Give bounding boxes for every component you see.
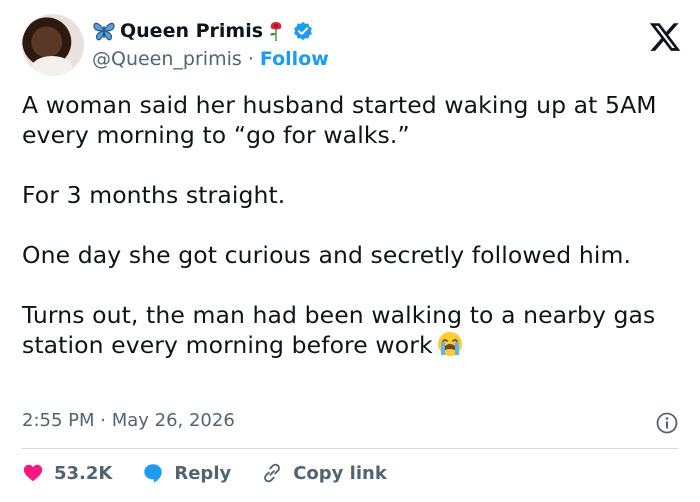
copy-link-button[interactable]: Copy link: [261, 462, 387, 484]
x-logo-icon[interactable]: [648, 20, 682, 54]
tweet-paragraph: For 3 months straight.: [22, 181, 286, 209]
verified-badge-icon: [294, 21, 312, 41]
butterfly-icon: [93, 22, 115, 41]
tweet-paragraph: A woman said her husband started waking …: [22, 91, 665, 149]
avatar[interactable]: [22, 14, 84, 76]
tweet-header: Queen Primis @Queen_primis · Follow: [22, 14, 682, 78]
follow-button[interactable]: Follow: [260, 48, 329, 70]
author-name-row[interactable]: Queen Primis: [92, 20, 313, 42]
tweet-paragraph-last: Turns out, the man had been walking to a…: [22, 300, 672, 360]
handle-separator: ·: [247, 48, 254, 70]
link-icon: [264, 463, 281, 483]
tweet-body: A woman said her husband started waking …: [22, 90, 672, 390]
rose-icon: [270, 22, 282, 41]
reply-bubble-icon: [144, 464, 163, 483]
tweet-paragraph-text: Turns out, the man had been walking to a…: [22, 301, 663, 359]
reply-button[interactable]: Reply: [142, 462, 231, 484]
copy-link-label: Copy link: [293, 462, 387, 484]
reply-label: Reply: [174, 462, 232, 484]
author-handle-row: @Queen_primis · Follow: [92, 48, 329, 70]
info-icon[interactable]: [656, 412, 678, 434]
like-count: 53.2K: [54, 462, 113, 484]
tweet-timestamp[interactable]: 2:55 PM · May 26, 2026: [22, 410, 235, 431]
author-display-name: Queen Primis: [120, 20, 264, 42]
heart-icon: [23, 464, 43, 482]
action-bar: 53.2K Reply Copy link: [22, 458, 417, 488]
like-button[interactable]: 53.2K: [22, 462, 112, 484]
divider: [22, 448, 678, 449]
crying-face-icon: [437, 332, 462, 356]
tweet-paragraph: One day she got curious and secretly fol…: [22, 241, 632, 269]
author-handle[interactable]: @Queen_primis: [92, 48, 242, 70]
